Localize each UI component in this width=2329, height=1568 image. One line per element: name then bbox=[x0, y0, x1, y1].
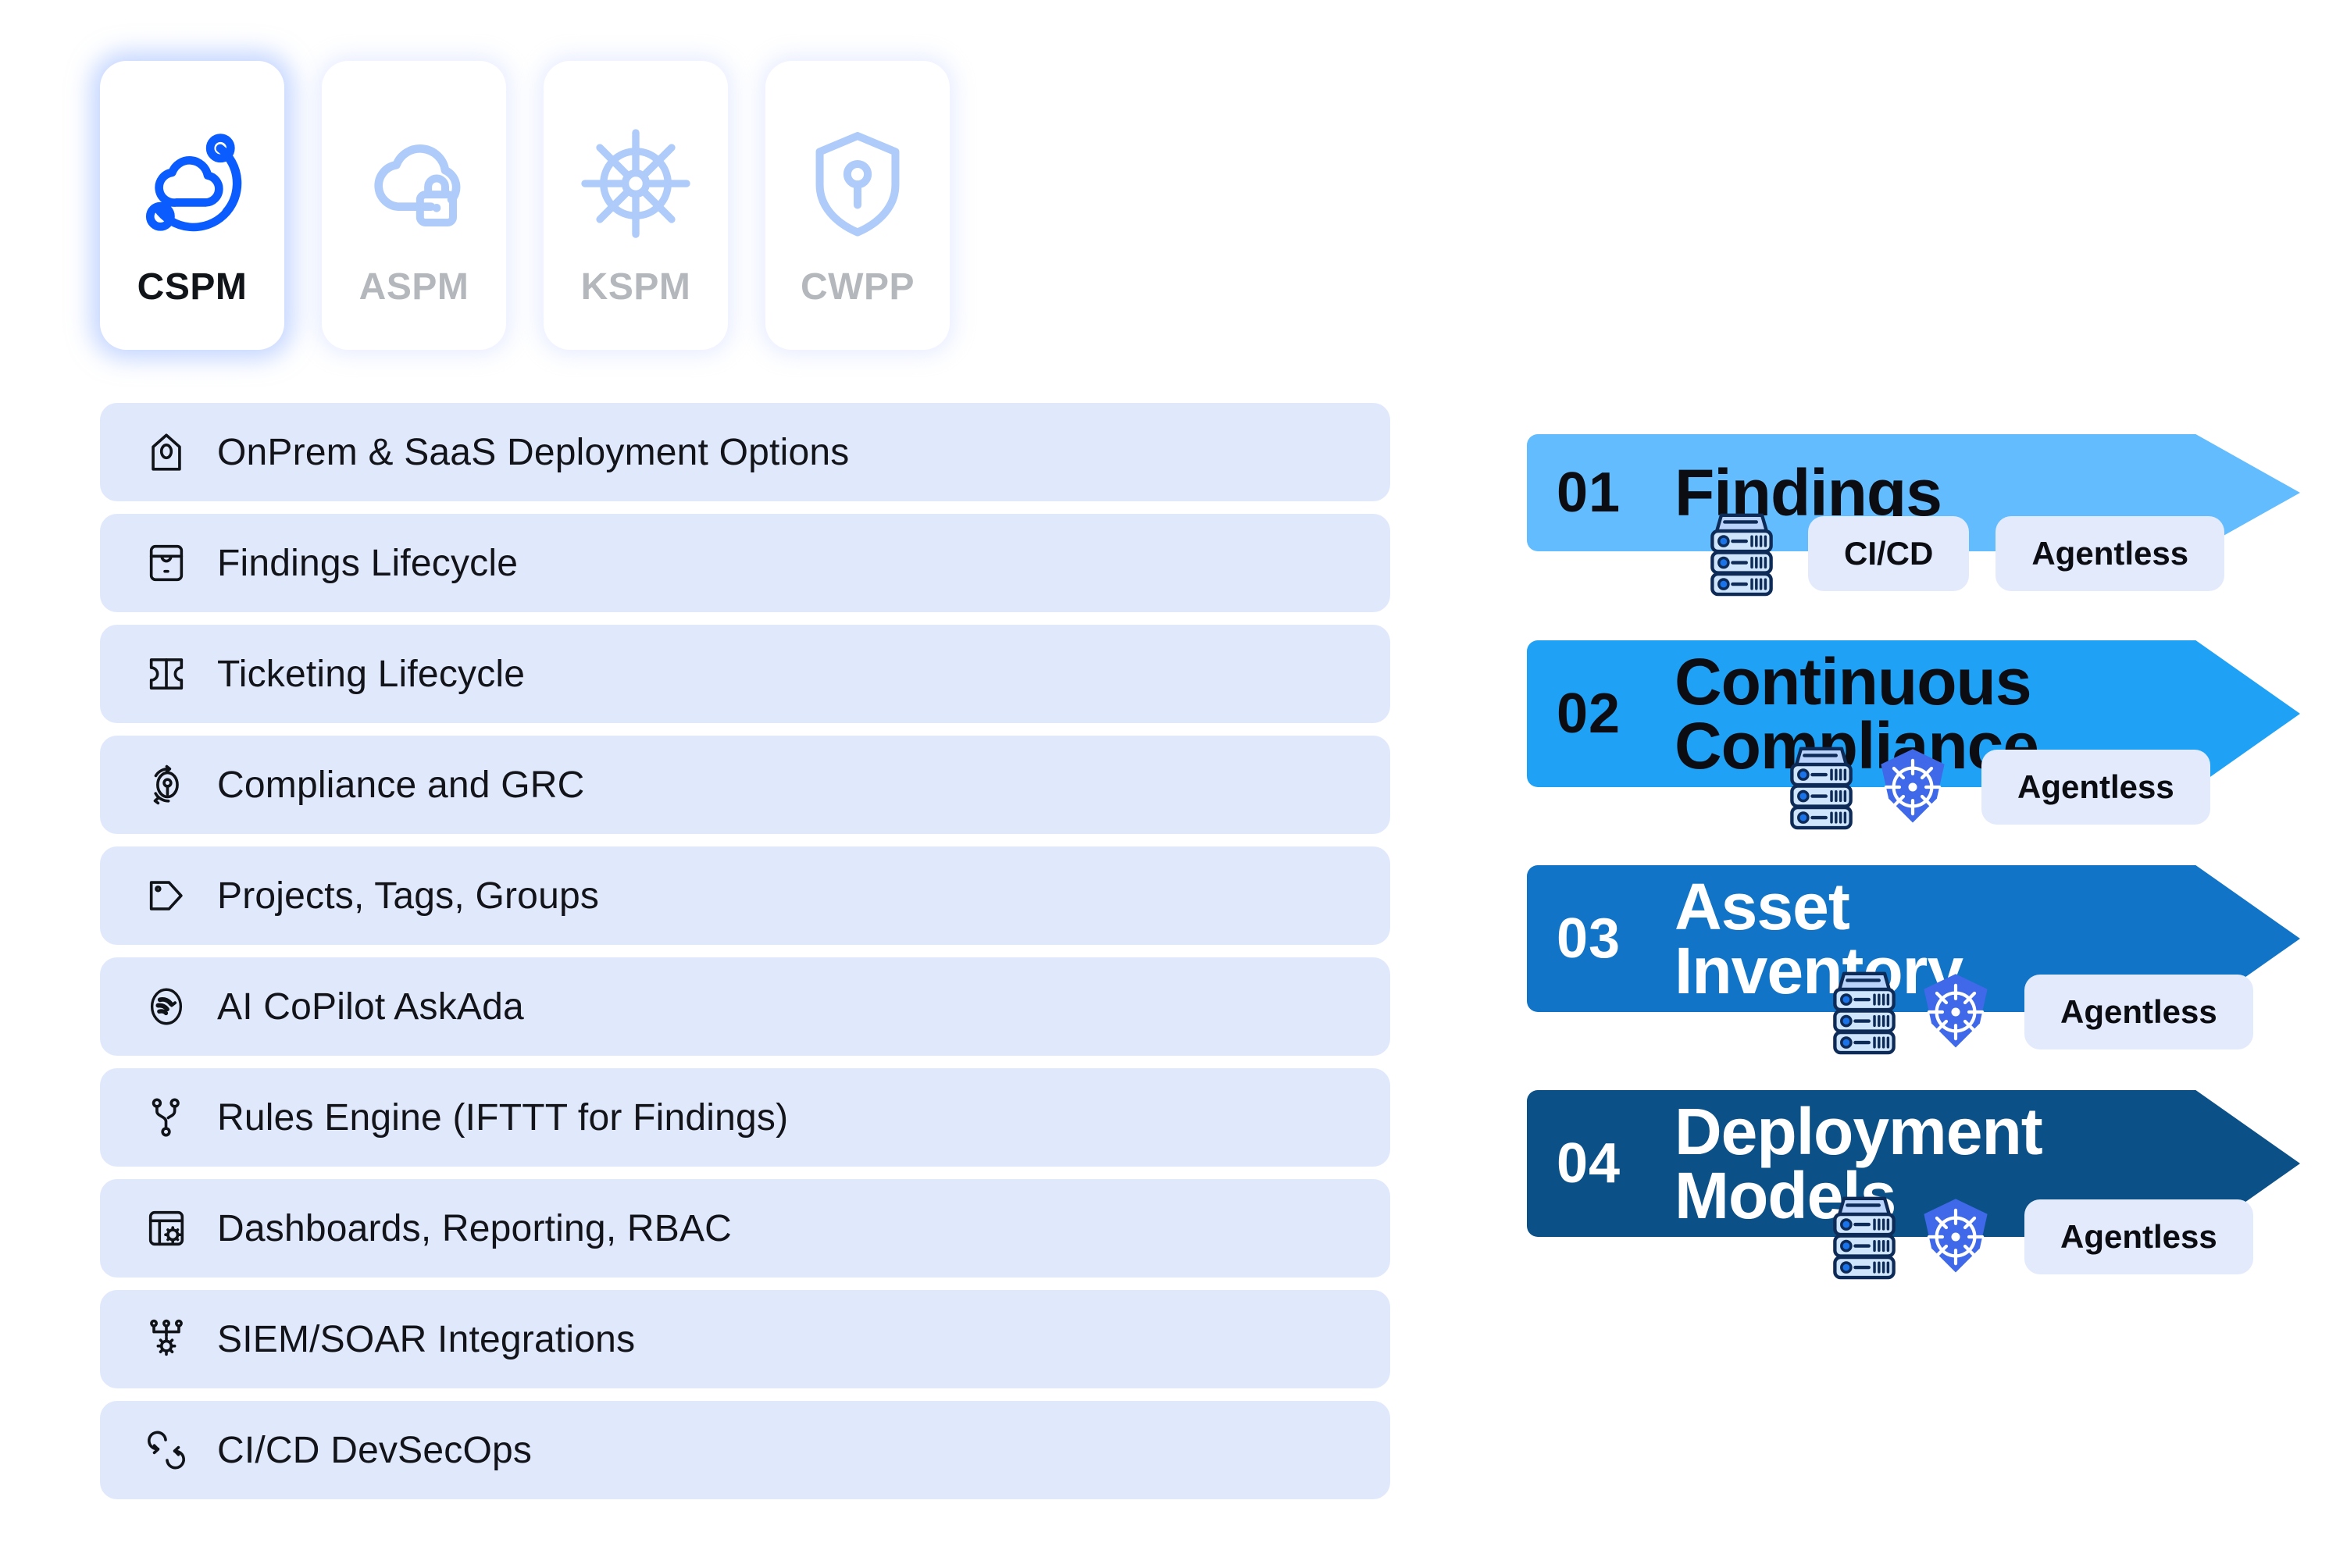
stage-banner-group: 01 Findings CI/CD Agentless 02 Continuou… bbox=[1527, 434, 2300, 1280]
dashboard-gear-icon bbox=[142, 1204, 191, 1253]
cicd-loop-icon bbox=[142, 1426, 191, 1474]
list-item-label: AI CoPilot AskAda bbox=[217, 985, 524, 1028]
list-item-label: Findings Lifecycle bbox=[217, 542, 519, 584]
stage-banner-04[interactable]: 04 Deployment Models Agentless bbox=[1527, 1090, 2300, 1280]
tab-aspm[interactable]: ASPM bbox=[322, 61, 506, 350]
list-item-label: Compliance and GRC bbox=[217, 764, 585, 806]
compliance-refresh-icon bbox=[142, 761, 191, 809]
tech-chip[interactable]: Agentless bbox=[1996, 516, 2225, 591]
tab-cwpp[interactable]: CWPP bbox=[765, 61, 950, 350]
server-stack-icon bbox=[1828, 1194, 1901, 1280]
kubernetes-icon bbox=[1901, 971, 1996, 1053]
list-item-label: OnPrem & SaaS Deployment Options bbox=[217, 431, 850, 473]
infographic-canvas: CSPM ASPM KSPM CWPP OnPrem & SaaS Deploy… bbox=[0, 0, 2329, 1568]
list-item-label: Projects, Tags, Groups bbox=[217, 875, 600, 917]
tab-label: CSPM bbox=[137, 266, 248, 308]
inbox-archive-icon bbox=[142, 539, 191, 587]
rules-branch-icon bbox=[142, 1093, 191, 1142]
tech-chip[interactable]: Agentless bbox=[2024, 1199, 2253, 1274]
banner-number: 02 bbox=[1557, 682, 1621, 745]
list-item[interactable]: OnPrem & SaaS Deployment Options bbox=[100, 403, 1390, 501]
tab-kspm[interactable]: KSPM bbox=[544, 61, 728, 350]
banner-number: 03 bbox=[1557, 907, 1621, 970]
list-item[interactable]: CI/CD DevSecOps bbox=[100, 1401, 1390, 1499]
feature-list: OnPrem & SaaS Deployment Options Finding… bbox=[100, 403, 1390, 1499]
banner-number: 04 bbox=[1557, 1132, 1621, 1195]
tab-cspm[interactable]: CSPM bbox=[100, 61, 284, 350]
list-item-label: Rules Engine (IFTTT for Findings) bbox=[217, 1096, 789, 1139]
list-item[interactable]: Projects, Tags, Groups bbox=[100, 846, 1390, 945]
list-item[interactable]: SIEM/SOAR Integrations bbox=[100, 1290, 1390, 1388]
product-tab-group: CSPM ASPM KSPM CWPP bbox=[100, 61, 950, 350]
banner-number: 01 bbox=[1557, 461, 1621, 524]
ticket-icon bbox=[142, 650, 191, 698]
server-stack-icon bbox=[1705, 511, 1778, 597]
list-item-label: Ticketing Lifecycle bbox=[217, 653, 526, 695]
list-item[interactable]: Dashboards, Reporting, RBAC bbox=[100, 1179, 1390, 1278]
server-stack-icon bbox=[1785, 744, 1858, 830]
cloud-lock-icon bbox=[355, 109, 473, 258]
stage-banner-02[interactable]: 02 Continuous Compliance Agentless bbox=[1527, 640, 2300, 830]
kubernetes-icon bbox=[1858, 747, 1953, 828]
stage-banner-01[interactable]: 01 Findings CI/CD Agentless bbox=[1527, 434, 2300, 597]
tech-chip[interactable]: CI/CD bbox=[1808, 516, 1970, 591]
tab-label: ASPM bbox=[358, 266, 469, 308]
tech-chip[interactable]: Agentless bbox=[2024, 975, 2253, 1049]
list-item[interactable]: Compliance and GRC bbox=[100, 736, 1390, 834]
shield-keyhole-icon bbox=[799, 109, 916, 258]
kubernetes-icon bbox=[1901, 1196, 1996, 1278]
stage-banner-03[interactable]: 03 Asset Inventory Agentless bbox=[1527, 865, 2300, 1055]
list-item[interactable]: Rules Engine (IFTTT for Findings) bbox=[100, 1068, 1390, 1167]
tech-chip[interactable]: Agentless bbox=[1981, 750, 2210, 825]
list-item[interactable]: Findings Lifecycle bbox=[100, 514, 1390, 612]
ai-assistant-icon bbox=[142, 982, 191, 1031]
tab-label: KSPM bbox=[580, 266, 691, 308]
list-item-label: Dashboards, Reporting, RBAC bbox=[217, 1207, 733, 1249]
tag-icon bbox=[142, 871, 191, 920]
list-item-label: CI/CD DevSecOps bbox=[217, 1429, 533, 1471]
list-item[interactable]: Ticketing Lifecycle bbox=[100, 625, 1390, 723]
server-stack-icon bbox=[1828, 969, 1901, 1055]
ship-wheel-icon bbox=[577, 109, 694, 258]
list-item-label: SIEM/SOAR Integrations bbox=[217, 1318, 636, 1360]
list-item[interactable]: AI CoPilot AskAda bbox=[100, 957, 1390, 1056]
siem-gear-icon bbox=[142, 1315, 191, 1363]
tab-label: CWPP bbox=[801, 266, 915, 308]
cloud-orbit-icon bbox=[134, 109, 251, 258]
home-scan-icon bbox=[142, 428, 191, 476]
